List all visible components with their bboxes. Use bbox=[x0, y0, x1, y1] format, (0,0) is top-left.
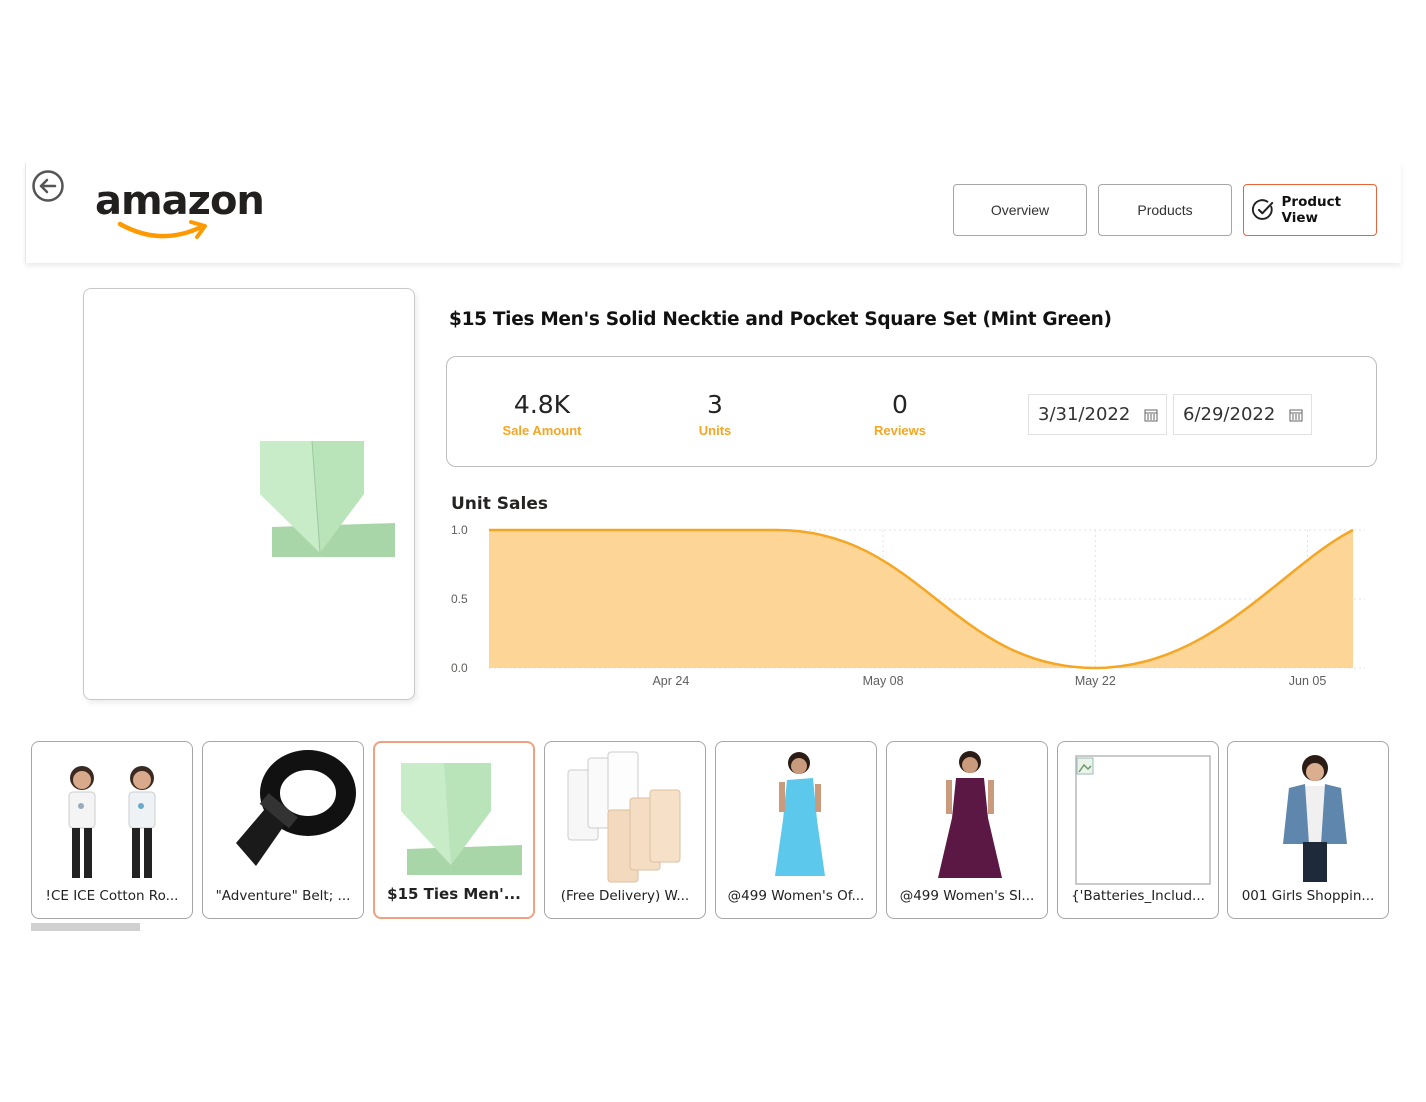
y-tick-label: 0.5 bbox=[451, 592, 468, 606]
overview-nav-label: Overview bbox=[990, 202, 1050, 218]
belt-image bbox=[203, 748, 363, 888]
sale-amount-label: Sale Amount bbox=[502, 423, 582, 438]
product-tile-label: 001 Girls Shoppin... bbox=[1241, 888, 1375, 904]
carousel-scrollbar[interactable] bbox=[31, 923, 1389, 931]
chart-title: Unit Sales bbox=[451, 494, 548, 514]
product-tile[interactable]: @499 Women's Of... bbox=[715, 741, 877, 919]
product-tile-label: (Free Delivery) W... bbox=[560, 888, 690, 904]
unit-sales-area bbox=[489, 530, 1353, 668]
product-tile-label: !CE ICE Cotton Ro... bbox=[45, 888, 179, 904]
x-tick-label: May 22 bbox=[1075, 674, 1116, 688]
end-date-value: 6/29/2022 bbox=[1183, 404, 1276, 425]
products-nav-button[interactable]: Products bbox=[1098, 184, 1232, 236]
purple-dress-image bbox=[887, 748, 1047, 888]
x-axis-ticks: Apr 24 May 08 May 22 Jun 05 bbox=[652, 674, 1326, 688]
broken-image bbox=[1058, 748, 1218, 888]
product-tile[interactable]: {'Batteries_Includ... bbox=[1057, 741, 1219, 919]
kpi-sale-amount: 4.8K Sale Amount bbox=[462, 390, 622, 438]
product-tile-label: {'Batteries_Includ... bbox=[1071, 888, 1205, 904]
x-tick-label: May 08 bbox=[863, 674, 904, 688]
product-tile-label: @499 Women's Of... bbox=[727, 888, 865, 904]
units-value: 3 bbox=[707, 390, 723, 419]
sale-amount-value: 4.8K bbox=[513, 390, 571, 419]
product-image-card bbox=[83, 288, 415, 700]
start-date-value: 3/31/2022 bbox=[1038, 404, 1131, 425]
tie-image bbox=[375, 749, 533, 889]
reviews-value: 0 bbox=[892, 390, 908, 419]
bra-extender-image bbox=[545, 748, 705, 888]
product-tile[interactable]: @499 Women's Sl... bbox=[886, 741, 1048, 919]
check-circle-icon bbox=[1252, 199, 1274, 220]
kpi-units: 3 Units bbox=[635, 390, 795, 438]
product-tile[interactable]: 001 Girls Shoppin... bbox=[1227, 741, 1389, 919]
unit-sales-chart: 0.0 0.5 1.0 Apr 24 May 08 May 22 Jun 05 bbox=[451, 523, 1365, 688]
product-view-nav-button[interactable]: Product View bbox=[1243, 184, 1377, 236]
product-tile-selected[interactable]: $15 Ties Men'... bbox=[373, 741, 535, 919]
amazon-logo: amazon bbox=[95, 178, 265, 244]
denim-vest-image bbox=[1228, 748, 1388, 888]
units-label: Units bbox=[698, 423, 732, 438]
product-tile-label: "Adventure" Belt; ... bbox=[215, 888, 351, 904]
overview-nav-button[interactable]: Overview bbox=[953, 184, 1087, 236]
logo-smile-icon bbox=[117, 220, 207, 239]
y-tick-label: 0.0 bbox=[451, 661, 468, 675]
y-tick-label: 1.0 bbox=[451, 523, 468, 537]
tie-image bbox=[260, 440, 395, 557]
back-arrow-icon[interactable] bbox=[31, 169, 65, 203]
reviews-label: Reviews bbox=[873, 423, 927, 438]
products-nav-label: Products bbox=[1137, 202, 1193, 218]
product-tile[interactable]: "Adventure" Belt; ... bbox=[202, 741, 364, 919]
product-view-nav-label: Product View bbox=[1281, 194, 1342, 226]
end-date-picker[interactable]: 6/29/2022 bbox=[1173, 394, 1312, 435]
product-tile[interactable]: (Free Delivery) W... bbox=[544, 741, 706, 919]
product-tile-label: @499 Women's Sl... bbox=[899, 888, 1035, 904]
product-tile[interactable]: !CE ICE Cotton Ro... bbox=[31, 741, 193, 919]
x-tick-label: Apr 24 bbox=[652, 674, 689, 688]
calendar-icon[interactable] bbox=[1289, 408, 1303, 422]
calendar-icon[interactable] bbox=[1144, 408, 1158, 422]
kpi-reviews: 0 Reviews bbox=[820, 390, 980, 438]
kids-tshirts-image bbox=[32, 748, 192, 888]
y-axis-ticks: 0.0 0.5 1.0 bbox=[451, 523, 468, 675]
x-tick-label: Jun 05 bbox=[1289, 674, 1327, 688]
product-tile-label: $15 Ties Men'... bbox=[387, 885, 521, 903]
product-view-page: amazon Overview Products Product View $1… bbox=[0, 0, 1426, 1102]
start-date-picker[interactable]: 3/31/2022 bbox=[1028, 394, 1167, 435]
carousel-scrollbar-thumb[interactable] bbox=[31, 923, 140, 931]
product-title: $15 Ties Men's Solid Necktie and Pocket … bbox=[449, 309, 1112, 330]
blue-dress-image bbox=[716, 748, 876, 888]
